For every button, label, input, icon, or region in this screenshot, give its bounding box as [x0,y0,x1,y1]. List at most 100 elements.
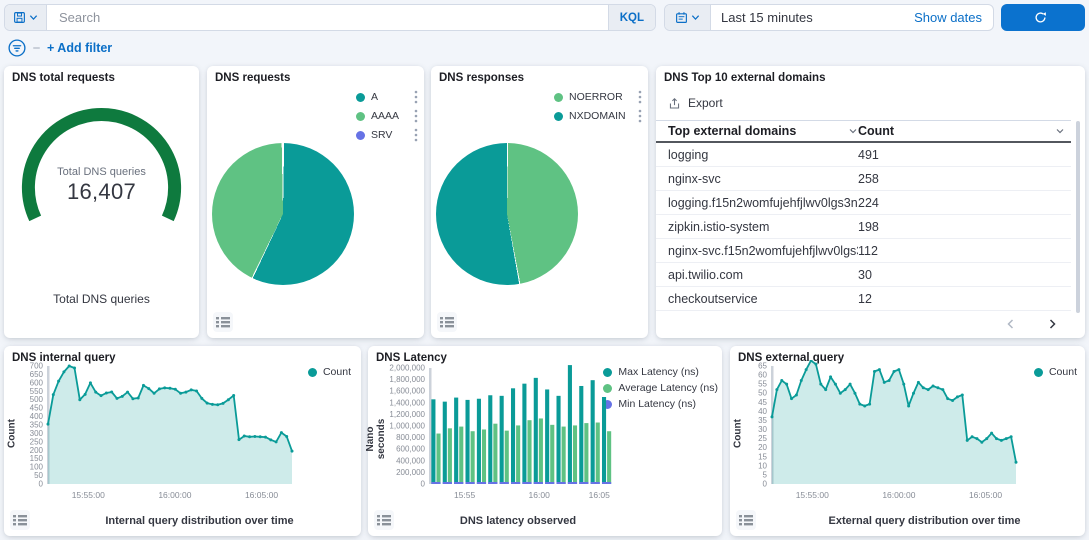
show-dates-link[interactable]: Show dates [914,5,993,30]
prev-page-icon[interactable] [1006,318,1015,330]
count-cell: 198 [858,220,1071,234]
svg-text:15:55: 15:55 [454,490,476,500]
column-header-count[interactable]: Count [858,124,1071,138]
next-page-icon[interactable] [1048,318,1057,330]
panel-dns-latency: DNS Latency Max Latency (ns) Average Lat… [368,346,722,536]
table-row: api.twilio.com 30 [656,263,1071,287]
legend-list-icon [13,514,27,526]
table-scrollbar[interactable] [1076,121,1080,313]
saved-query-menu-button[interactable] [5,5,47,30]
chart-legend: Count [308,366,351,378]
svg-text:65: 65 [758,362,767,371]
svg-text:1,200,000: 1,200,000 [389,410,425,419]
save-icon [13,11,26,24]
filter-icon[interactable] [8,39,26,57]
x-axis-caption: External query distribution over time [730,515,1085,527]
legend-item[interactable]: NXDOMAIN [554,109,642,123]
panel-title: DNS Top 10 external domains [664,72,825,84]
legend-toggle-button[interactable] [213,312,233,332]
domain-cell: zipkin.istio-system [656,220,858,234]
panel-dns-requests: DNS requests A AAAA SRV [207,66,424,338]
svg-text:600: 600 [30,378,44,387]
external-query-area-chart: 0510152025303540455055606515:55:0016:00:… [746,360,1024,510]
legend-item[interactable]: Average Latency (ns) [603,382,718,394]
legend-toggle-button[interactable] [736,510,756,530]
chart-legend: Count [1034,366,1077,378]
gauge-label: Total DNS queries [4,166,199,178]
svg-text:35: 35 [758,416,767,425]
x-axis-caption: Internal query distribution over time [4,515,361,527]
legend-item[interactable]: NOERROR [554,90,642,104]
search-input[interactable] [47,5,608,30]
svg-text:350: 350 [30,421,44,430]
legend-label: Count [323,366,351,378]
svg-text:150: 150 [30,454,44,463]
legend-color-dot [356,131,365,140]
legend-label: AAAA [371,110,399,122]
sort-chevron-icon [848,126,858,136]
svg-text:15:55:00: 15:55:00 [796,490,829,500]
gauge-value: 16,407 [4,179,199,205]
chevron-down-icon [691,13,700,22]
table-body: logging 491 nginx-svc 258 logging.f15n2w… [656,143,1071,311]
date-quick-select-button[interactable] [665,5,711,30]
legend-list-icon [739,514,753,526]
svg-text:1,800,000: 1,800,000 [389,375,425,384]
legend-item[interactable]: Count [1034,366,1077,378]
column-header-domains[interactable]: Top external domains [656,124,858,138]
count-cell: 112 [858,244,1071,258]
legend-item[interactable]: Count [308,366,351,378]
time-range-value[interactable]: Last 15 minutes [711,5,813,30]
legend-more-icon[interactable] [414,128,418,142]
legend-more-icon[interactable] [414,109,418,123]
table-row: nginx-svc 258 [656,167,1071,191]
panel-dns-internal-query: DNS internal query Count Count 050100150… [4,346,361,536]
pie-legend: A AAAA SRV [356,90,418,142]
legend-toggle-button[interactable] [10,510,30,530]
table-row: checkoutservice 12 [656,287,1071,311]
refresh-button[interactable] [1001,4,1085,31]
svg-text:200: 200 [30,446,44,455]
legend-toggle-button[interactable] [374,510,394,530]
legend-item[interactable]: AAAA [356,109,418,123]
column-label: Top external domains [668,124,796,138]
panel-dns-external-query: DNS external query Count Count 051015202… [730,346,1085,536]
svg-text:800,000: 800,000 [396,433,425,442]
svg-text:60: 60 [758,371,767,380]
legend-color-dot [356,112,365,121]
legend-item[interactable]: A [356,90,418,104]
sort-chevron-icon [1055,126,1065,136]
count-cell: 224 [858,196,1071,210]
export-button[interactable]: Export [668,96,723,110]
svg-text:25: 25 [758,434,767,443]
svg-text:16:00:00: 16:00:00 [158,490,191,500]
legend-label: A [371,91,378,103]
svg-text:300: 300 [30,429,44,438]
svg-text:1,000,000: 1,000,000 [389,422,425,431]
legend-more-icon[interactable] [414,90,418,104]
svg-text:16:00: 16:00 [529,490,551,500]
svg-text:16:05: 16:05 [589,490,611,500]
gauge-center-text: Total DNS queries 16,407 [4,166,199,205]
legend-item[interactable]: SRV [356,128,418,142]
count-cell: 258 [858,172,1071,186]
svg-text:0: 0 [763,480,768,489]
svg-text:16:05:00: 16:05:00 [245,490,278,500]
dns-responses-pie-chart[interactable] [436,143,578,285]
add-filter-button[interactable]: + Add filter [47,41,112,55]
table-row: logging.f15n2womfujehfjlwv0lgs3nog.... 2… [656,191,1071,215]
kql-language-button[interactable]: KQL [608,5,655,30]
domain-cell: nginx-svc.f15n2womfujehfjlwv0lgs3no... [656,244,858,258]
table-header: Top external domains Count [656,120,1071,143]
dns-requests-pie-chart[interactable] [212,143,354,285]
svg-text:500: 500 [30,395,44,404]
svg-text:550: 550 [30,387,44,396]
svg-text:200,000: 200,000 [396,468,425,477]
legend-more-icon[interactable] [638,109,642,123]
legend-label: NXDOMAIN [569,110,626,122]
svg-text:400: 400 [30,412,44,421]
filter-bar: + Add filter [8,38,112,58]
legend-toggle-button[interactable] [437,312,457,332]
legend-more-icon[interactable] [638,90,642,104]
count-cell: 491 [858,148,1071,162]
